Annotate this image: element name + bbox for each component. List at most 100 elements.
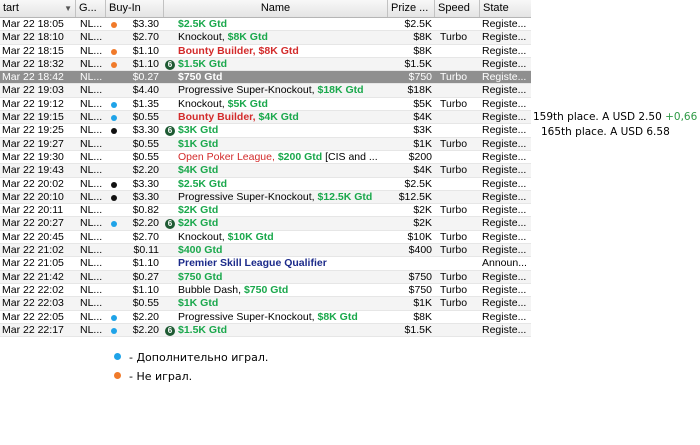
tournament-name-part: $750 Gtd <box>178 71 223 84</box>
column-header-prize[interactable]: Prize ... <box>388 0 435 17</box>
cell-name: $1K Gtd <box>178 297 388 310</box>
tournament-name-part: $3K Gtd <box>178 124 219 137</box>
cell-game: NL... <box>80 97 102 110</box>
cell-prize: $4K <box>413 111 432 124</box>
table-row[interactable]: Mar 22 19:43 NL... $2.20 $4K Gtd $4K Turbo Reg… <box>0 164 531 178</box>
cell-marker <box>111 244 121 257</box>
table-row[interactable]: Mar 22 18:15 NL... $1.10 Bounty Builder, $8… <box>0 45 531 58</box>
cell-state: Registe... <box>482 150 527 163</box>
cell-badge <box>165 45 177 58</box>
cell-badge <box>165 204 177 217</box>
tournament-name-part: [CIS and ... <box>322 150 378 163</box>
table-row[interactable]: Mar 22 20:27 NL... $2.20 6 $2K Gtd $2K Registe… <box>0 217 531 231</box>
table-row[interactable]: Mar 22 22:03 NL... $0.55 $1K Gtd $1K Turbo Reg… <box>0 297 531 311</box>
table-row[interactable]: Mar 22 21:02 NL... $0.11 $400 Gtd $400 Turbo R… <box>0 244 531 258</box>
orange-dot-icon <box>114 372 121 379</box>
table-row[interactable]: Mar 22 19:30 NL... $0.55 Open Poker League,… <box>0 150 531 165</box>
cell-badge <box>165 164 177 177</box>
cell-game: NL... <box>80 71 102 84</box>
tournament-name-part: $12.5K Gtd <box>317 190 373 203</box>
cell-speed: Turbo <box>440 244 468 257</box>
column-header-game[interactable]: G... <box>76 0 106 17</box>
table-row[interactable]: Mar 22 20:10 NL... $3.30 Progressive Super-… <box>0 190 531 205</box>
six-max-badge-icon: 6 <box>165 325 175 336</box>
table-row[interactable]: Mar 22 19:15 NL... $0.55 Bounty Builder, $4… <box>0 111 531 125</box>
cell-speed: Turbo <box>440 71 468 84</box>
cell-badge <box>165 151 177 164</box>
column-header-bar: tart ▼ G... Buy-In Name Prize ... Speed S… <box>0 0 531 18</box>
table-row[interactable]: Mar 22 21:05 NL... $1.10 Premier Skill Leag… <box>0 257 531 271</box>
cell-speed <box>440 324 480 337</box>
table-row-selected[interactable]: Mar 22 18:42 NL... $0.27 $750 Gtd $750 Turbo R… <box>0 71 531 85</box>
cell-name: $3K Gtd <box>178 124 388 137</box>
table-row[interactable]: Mar 22 18:10 NL... $2.70 Knockout, $8K Gtd $… <box>0 31 531 45</box>
cell-buyin: $0.11 <box>133 244 160 257</box>
cell-buyin: $0.55 <box>132 137 159 150</box>
blue-dot-icon <box>111 115 117 122</box>
cell-speed <box>440 124 480 137</box>
blue-dot-icon <box>114 353 121 360</box>
cell-name: Knockout, $10K Gtd <box>178 231 388 244</box>
cell-marker <box>111 217 121 230</box>
cell-speed <box>440 217 480 230</box>
table-row[interactable]: Mar 22 19:12 NL... $1.35 Knockout, $5K Gtd $… <box>0 97 531 112</box>
cell-badge <box>165 231 177 244</box>
table-row[interactable]: Mar 22 19:25 NL... $3.30 6 $3K Gtd $3K Registe… <box>0 124 531 138</box>
cell-game: NL... <box>80 270 102 283</box>
table-row[interactable]: Mar 22 19:03 NL... $4.40 Progressive Super-… <box>0 84 531 98</box>
table-row[interactable]: Mar 22 20:11 NL... $0.82 $2K Gtd $2K Turbo Reg… <box>0 204 531 218</box>
tournament-name-part: $750 Gtd <box>243 283 289 296</box>
cell-game: NL... <box>80 164 102 177</box>
cell-prize: $2.5K <box>404 18 432 30</box>
column-header-start[interactable]: tart ▼ <box>0 0 76 17</box>
cell-buyin: $1.35 <box>132 97 159 110</box>
table-row[interactable]: Mar 22 18:05 NL... $3.30 $2.5K Gtd $2.5K Regi… <box>0 18 531 32</box>
table-row[interactable]: Mar 22 22:17 NL... $2.20 6 $1.5K Gtd $1.5K Reg… <box>0 323 531 338</box>
orange-dot-icon <box>111 61 117 68</box>
column-header-state[interactable]: State <box>480 0 531 17</box>
tournament-name-part: $5K Gtd <box>227 97 268 110</box>
cell-speed <box>440 18 480 31</box>
cell-badge: 6 <box>165 324 177 337</box>
cell-game: NL... <box>80 44 102 57</box>
cell-marker <box>111 138 121 151</box>
cell-name: $1K Gtd <box>178 138 388 151</box>
cell-name: $400 Gtd <box>178 244 388 257</box>
table-row[interactable]: Mar 22 22:05 NL... $2.20 Progressive Super-… <box>0 311 531 324</box>
cell-marker <box>111 151 121 164</box>
cell-state: Registe... <box>482 18 527 30</box>
cell-prize: $8K <box>413 31 432 44</box>
cell-game: NL... <box>80 150 102 163</box>
cell-game: NL... <box>80 31 102 44</box>
table-row[interactable]: Mar 22 21:42 NL... $0.27 $750 Gtd $750 Turbo R… <box>0 270 531 284</box>
cell-name: Bounty Builder, $4K Gtd <box>178 111 388 124</box>
six-max-badge-icon: 6 <box>165 59 175 70</box>
cell-prize: $2K <box>413 217 432 230</box>
cell-prize: $1.5K <box>404 323 432 336</box>
cell-game: NL... <box>80 310 102 323</box>
cell-buyin: $3.30 <box>132 177 159 190</box>
blue-dot-icon <box>111 327 117 334</box>
cell-prize: $8K <box>413 44 432 57</box>
cell-speed: Turbo <box>440 270 468 283</box>
tournament-name-part: Bounty Builder, <box>178 111 259 124</box>
cell-marker <box>111 297 121 310</box>
cell-state: Registe... <box>482 204 527 217</box>
cell-buyin: $2.20 <box>132 310 159 323</box>
cell-badge: 6 <box>165 217 177 230</box>
table-row[interactable]: Mar 22 22:02 NL... $1.10 Bubble Dash, $750 … <box>0 283 531 298</box>
column-header-speed[interactable]: Speed <box>435 0 480 17</box>
legend-item-played-extra: - Дополнительно играл. <box>114 351 268 364</box>
cell-speed: Turbo <box>440 283 468 296</box>
table-row[interactable]: Mar 22 20:02 NL... $3.30 $2.5K Gtd $2.5K Regi… <box>0 178 531 191</box>
cell-speed: Turbo <box>440 164 468 177</box>
cell-buyin: $3.30 <box>132 18 159 30</box>
column-header-name[interactable]: Name <box>164 0 388 17</box>
column-header-buyin[interactable]: Buy-In <box>106 0 164 17</box>
cell-prize: $1.5K <box>404 57 432 70</box>
cell-speed <box>440 84 480 97</box>
table-row[interactable]: Mar 22 19:27 NL... $0.55 $1K Gtd $1K Turbo Reg… <box>0 137 531 151</box>
cell-state: Registe... <box>482 217 527 230</box>
table-row[interactable]: Mar 22 20:45 NL... $2.70 Knockout, $10K Gtd… <box>0 231 531 245</box>
table-row[interactable]: Mar 22 18:32 NL... $1.10 6 $1.5K Gtd $1.5K Reg… <box>0 57 531 72</box>
